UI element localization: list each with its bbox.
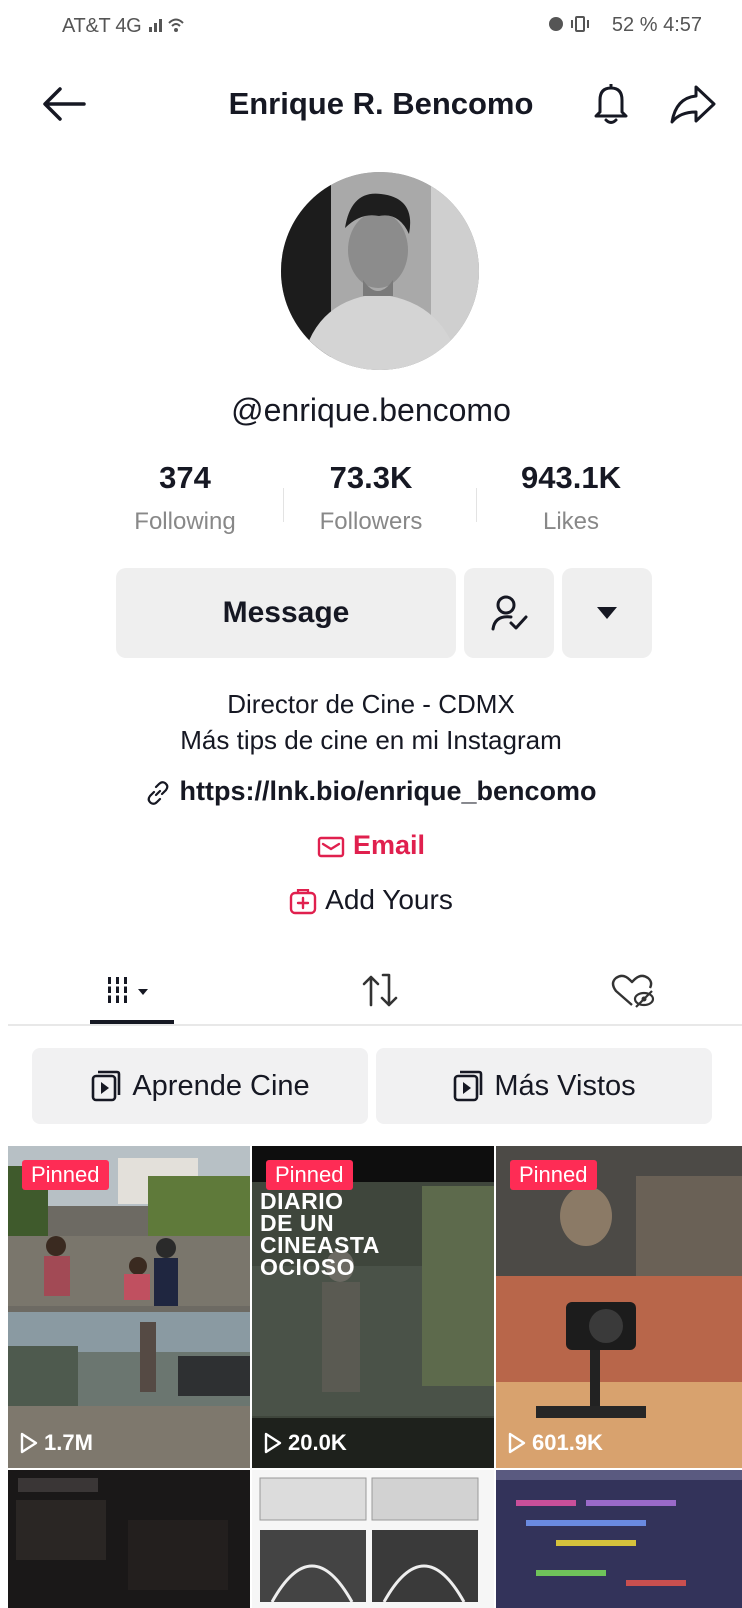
video-thumbnail[interactable]: Pinned 1.7M bbox=[8, 1146, 250, 1468]
signal-wifi-icon bbox=[148, 18, 184, 32]
bio-line: Director de Cine - CDMX bbox=[227, 689, 515, 719]
thumbnail-image bbox=[8, 1146, 250, 1468]
tab-reposts[interactable] bbox=[310, 960, 450, 1022]
profile-actions: Message bbox=[0, 568, 742, 658]
pinned-badge: Pinned bbox=[266, 1160, 353, 1190]
tab-liked[interactable] bbox=[562, 960, 702, 1022]
video-overlay-title: DIARIO DE UN CINEASTA OCIOSO bbox=[260, 1188, 380, 1280]
bio-link-text: https://lnk.bio/enrique_bencomo bbox=[179, 776, 597, 806]
caret-down-icon bbox=[597, 607, 617, 619]
play-icon bbox=[508, 1432, 526, 1454]
thumbnail-image bbox=[8, 1470, 250, 1608]
user-check-icon bbox=[491, 595, 528, 631]
bio-link[interactable]: https://lnk.bio/enrique_bencomo bbox=[0, 776, 742, 807]
grid-dropdown-icon bbox=[105, 977, 148, 1003]
video-grid: Pinned 1.7M Pinned DIARIO DE UN CINEASTA… bbox=[8, 1146, 742, 1608]
share-arrow-icon bbox=[670, 85, 716, 124]
stat-followers[interactable]: 73.3K Followers bbox=[281, 460, 461, 536]
add-yours-button[interactable]: Add Yours bbox=[0, 884, 742, 916]
email-label: Email bbox=[352, 830, 426, 860]
repost-icon bbox=[362, 973, 398, 1007]
profile-bio: Director de Cine - CDMX Más tips de cine… bbox=[0, 686, 742, 758]
stat-value: 374 bbox=[159, 460, 211, 495]
battery-time-label: 52 % 4:57 bbox=[611, 14, 702, 36]
message-button[interactable]: Message bbox=[116, 568, 456, 658]
pinned-badge: Pinned bbox=[22, 1160, 109, 1190]
top-nav: Enrique R. Bencomo bbox=[0, 70, 742, 136]
add-yours-icon bbox=[289, 888, 317, 914]
playlist-label: Aprende Cine bbox=[132, 1069, 310, 1102]
notifications-button[interactable] bbox=[590, 80, 632, 126]
stat-label: Likes bbox=[542, 508, 600, 535]
hidden-liked-icon bbox=[611, 974, 655, 1008]
thumbnail-image bbox=[496, 1146, 742, 1468]
carrier-label: AT&T 4G bbox=[62, 15, 142, 37]
share-button[interactable] bbox=[668, 82, 718, 126]
following-status-button[interactable] bbox=[464, 568, 554, 658]
suggested-accounts-button[interactable] bbox=[562, 568, 652, 658]
play-icon bbox=[20, 1432, 38, 1454]
stat-label: Following bbox=[134, 508, 236, 535]
thumbnail-image bbox=[252, 1470, 494, 1608]
alarm-vibrate-icon bbox=[549, 16, 590, 32]
overlay-line: OCIOSO bbox=[260, 1254, 356, 1280]
stat-likes[interactable]: 943.1K Likes bbox=[481, 460, 661, 536]
video-thumbnail[interactable]: Pinned DIARIO DE UN CINEASTA OCIOSO 20.0… bbox=[252, 1146, 494, 1468]
status-bar: AT&T 4G 52 % 4:57 bbox=[0, 0, 742, 50]
stat-value: 943.1K bbox=[521, 460, 621, 495]
link-icon bbox=[148, 780, 169, 805]
bell-icon bbox=[594, 84, 628, 124]
video-thumbnail[interactable] bbox=[252, 1470, 494, 1608]
envelope-icon bbox=[317, 836, 345, 858]
view-count: 1.7M bbox=[20, 1430, 93, 1456]
carrier-signal: AT&T 4G bbox=[62, 14, 187, 38]
stat-label: Followers bbox=[319, 508, 423, 535]
playlist-icon bbox=[90, 1069, 122, 1103]
profile-stats: 374 Following 73.3K Followers 943.1K Lik… bbox=[0, 460, 742, 550]
view-count: 601.9K bbox=[508, 1430, 603, 1456]
thumbnail-image bbox=[496, 1470, 742, 1608]
content-tabs bbox=[0, 960, 742, 1026]
view-count-value: 1.7M bbox=[44, 1430, 93, 1455]
profile-avatar bbox=[281, 172, 479, 370]
playlist-aprende-cine[interactable]: Aprende Cine bbox=[32, 1048, 368, 1124]
video-thumbnail[interactable]: Pinned 601.9K bbox=[496, 1146, 742, 1468]
email-button[interactable]: Email bbox=[0, 830, 742, 861]
username: @enrique.bencomo bbox=[231, 392, 511, 428]
view-count: 20.0K bbox=[264, 1430, 347, 1456]
view-count-value: 601.9K bbox=[532, 1430, 603, 1455]
tab-videos[interactable] bbox=[62, 960, 202, 1022]
stat-following[interactable]: 374 Following bbox=[95, 460, 275, 536]
stat-value: 73.3K bbox=[329, 460, 413, 495]
view-count-value: 20.0K bbox=[288, 1430, 347, 1455]
bio-line: Más tips de cine en mi Instagram bbox=[180, 725, 562, 755]
playlist-mas-vistos[interactable]: Más Vistos bbox=[376, 1048, 712, 1124]
overlay-line: CINEASTA bbox=[260, 1232, 380, 1258]
playlists: Aprende Cine Más Vistos bbox=[0, 1048, 742, 1124]
tabs-divider bbox=[8, 1024, 742, 1026]
overlay-line: DIARIO bbox=[260, 1188, 344, 1214]
playlist-icon bbox=[452, 1069, 484, 1103]
video-thumbnail[interactable] bbox=[8, 1470, 250, 1608]
video-thumbnail[interactable] bbox=[496, 1470, 742, 1608]
add-yours-label: Add Yours bbox=[325, 884, 453, 915]
status-right: 52 % 4:57 bbox=[546, 14, 702, 37]
play-icon bbox=[264, 1432, 282, 1454]
playlist-label: Más Vistos bbox=[494, 1069, 636, 1102]
stat-divider bbox=[476, 488, 477, 522]
pinned-badge: Pinned bbox=[510, 1160, 597, 1190]
overlay-line: DE UN bbox=[260, 1210, 335, 1236]
